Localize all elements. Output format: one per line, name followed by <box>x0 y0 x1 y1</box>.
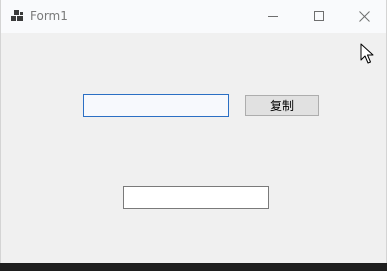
maximize-icon <box>313 10 324 21</box>
form1-window: Form1 复制 <box>0 0 387 263</box>
minimize-button[interactable] <box>250 0 296 32</box>
client-area: 复制 <box>1 33 386 263</box>
app-icon <box>11 10 23 21</box>
bottom-text-input[interactable] <box>123 186 269 209</box>
top-text-input[interactable] <box>83 94 229 117</box>
copy-button[interactable]: 复制 <box>245 95 319 116</box>
minimize-icon <box>267 15 278 17</box>
close-icon <box>358 10 370 22</box>
window-title: Form1 <box>30 9 68 23</box>
maximize-button[interactable] <box>296 0 342 32</box>
mouse-cursor-icon <box>360 43 374 64</box>
taskbar-edge <box>0 263 387 271</box>
title-bar[interactable]: Form1 <box>1 0 386 33</box>
close-button[interactable] <box>341 0 387 32</box>
